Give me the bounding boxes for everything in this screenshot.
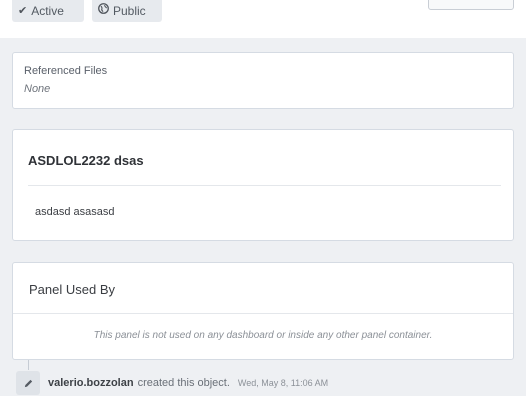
status-tag-label: Active	[31, 4, 64, 18]
panel-used-by-title: Panel Used By	[29, 282, 115, 297]
referenced-files-value: None	[24, 83, 51, 95]
checkmark-icon: ✔	[18, 5, 28, 17]
header-strip: ✔ Active Public	[0, 0, 526, 38]
panel-used-by-empty-message: This panel is not used on any dashboard …	[93, 330, 433, 341]
panel-divider	[28, 185, 501, 186]
visibility-tag-public[interactable]: Public	[92, 0, 162, 22]
referenced-files-box: Referenced Files None	[12, 52, 514, 109]
status-tag-active[interactable]: ✔ Active	[12, 0, 84, 22]
visibility-tag-label: Public	[113, 4, 146, 18]
panel-body-text: asdasd asasasd	[35, 206, 115, 218]
globe-icon	[98, 0, 109, 22]
timeline-user-link[interactable]: valerio.bozzolan	[48, 377, 134, 389]
referenced-files-label: Referenced Files	[24, 65, 108, 77]
timeline-action-text: created this object.	[137, 377, 230, 389]
timeline-entry: valerio.bozzolan created this object. We…	[16, 370, 328, 396]
pencil-icon	[16, 371, 40, 395]
panel-used-by-divider	[13, 313, 513, 314]
panel-card: ASDLOL2232 dsas asdasd asasasd	[12, 129, 514, 241]
panel-used-by-box: Panel Used By This panel is not used on …	[12, 262, 514, 360]
panel-title: ASDLOL2232 dsas	[28, 153, 144, 168]
timeline-timestamp: Wed, May 8, 11:06 AM	[237, 378, 329, 388]
header-action-button[interactable]	[428, 0, 514, 10]
timeline-connector	[28, 360, 29, 370]
